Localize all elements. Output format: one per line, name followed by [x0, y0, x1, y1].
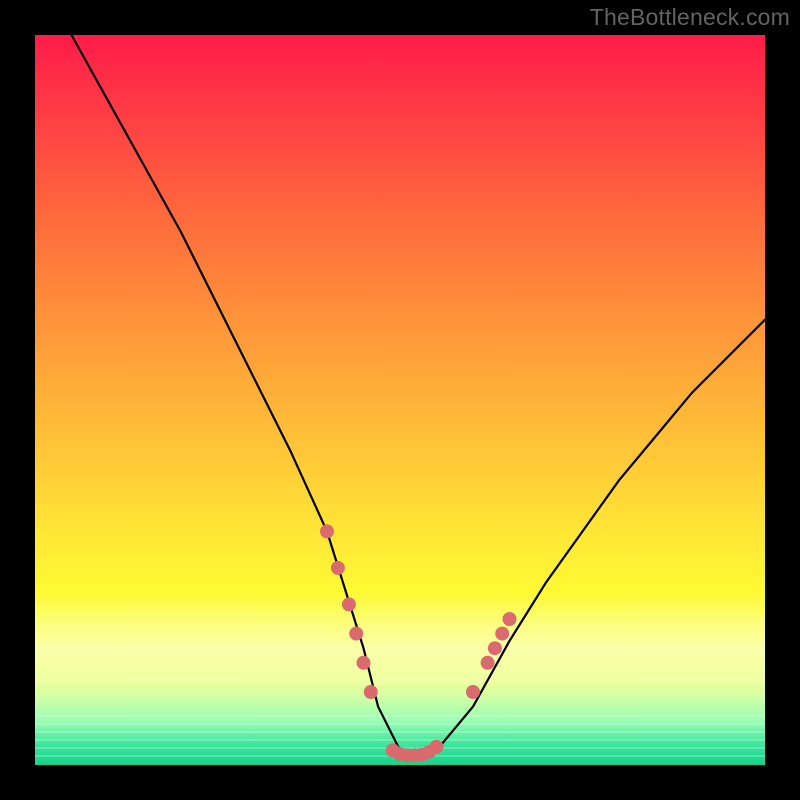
- curve-marker-dot: [467, 686, 480, 699]
- curve-marker-dot: [481, 656, 494, 669]
- plot-area: [35, 35, 765, 765]
- chart-frame: TheBottleneck.com: [0, 0, 800, 800]
- curve-marker-dot: [321, 525, 334, 538]
- curve-marker-dot: [331, 561, 344, 574]
- marker-group: [321, 525, 517, 762]
- curve-svg: [35, 35, 765, 765]
- curve-marker-dot: [496, 627, 509, 640]
- curve-marker-dot: [357, 656, 370, 669]
- curve-marker-dot: [350, 627, 363, 640]
- bottleneck-curve-path: [72, 35, 766, 758]
- curve-marker-dot: [430, 740, 443, 753]
- watermark-text: TheBottleneck.com: [590, 4, 790, 31]
- curve-marker-dot: [364, 686, 377, 699]
- curve-marker-dot: [503, 613, 516, 626]
- curve-marker-dot: [488, 642, 501, 655]
- curve-marker-dot: [342, 598, 355, 611]
